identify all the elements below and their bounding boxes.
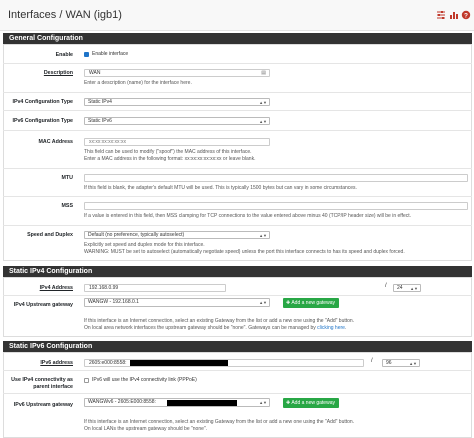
ipv4-gateway-label: IPv4 Upstream gateway: [13, 302, 73, 308]
plus-icon: ✚: [286, 400, 291, 406]
ipv6-type-label: IPv6 Configuration Type: [12, 118, 73, 124]
ipv4-gateway-help-2-end: .: [344, 325, 347, 331]
ipv6-gateway-label: IPv6 Upstream gateway: [13, 402, 73, 408]
mac-label: MAC Address: [38, 139, 73, 145]
speed-help-2: WARNING: MUST be set to autoselect (auto…: [84, 249, 405, 255]
ipv4-gateway-value: WANGW - 192.168.0.1: [88, 299, 139, 305]
ipv4-type-value: Static IPv4: [88, 99, 112, 105]
ipv6-section-header: Static IPv6 Configuration: [3, 341, 472, 352]
ipv4-address-input[interactable]: 192.168.0.99: [84, 284, 226, 292]
enable-checkbox[interactable]: [84, 52, 89, 57]
enable-text: Enable interface: [92, 51, 129, 57]
description-input[interactable]: WAN ▤: [84, 69, 270, 77]
ipv6-add-gateway-label: Add a new gateway: [291, 400, 335, 406]
description-label: Description: [43, 70, 73, 76]
mss-label: MSS: [61, 203, 73, 209]
mtu-help: If this field is blank, the adapter's de…: [84, 185, 357, 191]
ipv6-gateway-select[interactable]: WANGWv6 - 2605:E000:8558: ▲▼: [84, 398, 270, 407]
mss-input[interactable]: [84, 202, 468, 210]
ipv4-gateway-help-1: If this interface is an Internet connect…: [84, 318, 355, 324]
divider: [3, 370, 472, 371]
ipv6-cidr-select[interactable]: 96 ▲▼: [382, 359, 420, 367]
ipv6-add-gateway-button[interactable]: ✚ Add a new gateway: [283, 398, 339, 408]
use-ipv4-checkbox[interactable]: [84, 378, 89, 383]
speed-help-1: Explicitly set speed and duplex mode for…: [84, 242, 205, 248]
chevron-updown-icon: ▲▼: [259, 400, 267, 405]
ipv4-cidr-value: 24: [397, 285, 403, 291]
ipv6-gateway-value: WANGWv6 - 2605:E000:8558:: [88, 399, 156, 405]
ipv4-cidr-select[interactable]: 24 ▲▼: [393, 284, 421, 292]
breadcrumb-interfaces[interactable]: Interfaces: [8, 9, 56, 21]
bar-chart-icon[interactable]: [449, 10, 459, 20]
description-help: Enter a description (name) for the inter…: [84, 80, 192, 86]
ipv4-gateway-select[interactable]: WANGW - 192.168.0.1 ▲▼: [84, 298, 270, 307]
speed-label: Speed and Duplex: [27, 232, 73, 238]
cidr-slash: /: [371, 358, 373, 364]
ipv4-add-gateway-button[interactable]: ✚ Add a new gateway: [283, 298, 339, 308]
mss-help: If a value is entered in this field, the…: [84, 213, 412, 219]
chevron-updown-icon: ▲▼: [409, 361, 417, 366]
speed-select[interactable]: Default (no preference, typically autose…: [84, 231, 270, 239]
chevron-updown-icon: ▲▼: [259, 119, 267, 124]
ipv6-type-value: Static IPv6: [88, 118, 112, 124]
divider: [3, 196, 472, 197]
description-value: WAN: [89, 70, 101, 76]
help-icon[interactable]: ?: [461, 10, 471, 20]
divider: [3, 130, 472, 131]
page-header: Interfaces / WAN (igb1) ?: [0, 0, 474, 31]
ipv6-address-input[interactable]: 2605:e000:8558:: [84, 359, 364, 367]
divider: [3, 92, 472, 93]
redaction-block: [130, 360, 228, 366]
cidr-slash: /: [385, 283, 387, 289]
use-ipv4-label-line2: parent interface: [33, 384, 73, 390]
ipv4-type-select[interactable]: Static IPv4 ▲▼: [84, 98, 270, 106]
speed-value: Default (no preference, typically autose…: [88, 232, 185, 238]
breadcrumb: Interfaces / WAN (igb1): [8, 9, 122, 21]
breadcrumb-separator: /: [59, 9, 63, 21]
ipv4-gateway-help-2: On local area network interfaces the ups…: [84, 325, 346, 332]
ipv4-gateway-help-2-text: On local area network interfaces the ups…: [84, 325, 318, 331]
ipv4-add-gateway-label: Add a new gateway: [291, 300, 335, 306]
chevron-updown-icon: ▲▼: [259, 233, 267, 238]
divider: [3, 63, 472, 64]
use-ipv4-text: IPv6 will use the IPv4 connectivity link…: [92, 377, 197, 383]
divider: [3, 225, 472, 226]
mac-help-1: This field can be used to modify ("spoof…: [84, 149, 252, 155]
mtu-input[interactable]: [84, 174, 468, 182]
sliders-icon[interactable]: [436, 10, 446, 20]
gateways-link[interactable]: clicking here: [317, 325, 345, 331]
chevron-updown-icon: ▲▼: [259, 100, 267, 105]
divider: [3, 110, 472, 111]
ipv6-gateway-help-2: On local LANs the upstream gateway shoul…: [84, 426, 208, 432]
divider: [3, 168, 472, 169]
mtu-label: MTU: [61, 175, 73, 181]
keyboard-icon: ▤: [261, 70, 266, 76]
ipv6-gateway-help-1: If this interface is an Internet connect…: [84, 419, 355, 425]
plus-icon: ✚: [286, 300, 291, 306]
divider: [3, 393, 472, 394]
ipv4-section-header: Static IPv4 Configuration: [3, 266, 472, 277]
ipv6-cidr-value: 96: [386, 360, 392, 366]
svg-text:?: ?: [464, 13, 468, 20]
use-ipv4-label: Use IPv4 connectivity as parent interface: [3, 377, 73, 391]
divider: [3, 295, 472, 296]
chevron-updown-icon: ▲▼: [410, 286, 418, 291]
mac-help-2: Enter a MAC address in the following for…: [84, 156, 256, 162]
ipv4-address-label: IPv4 Address: [39, 285, 73, 291]
ipv6-type-select[interactable]: Static IPv6 ▲▼: [84, 117, 270, 125]
use-ipv4-label-line1: Use IPv4 connectivity as: [11, 377, 73, 383]
ipv6-address-value: 2605:e000:8558:: [89, 360, 127, 366]
breadcrumb-current: WAN (igb1): [65, 9, 122, 21]
chevron-updown-icon: ▲▼: [259, 300, 267, 305]
ipv4-address-value: 192.168.0.99: [89, 285, 119, 291]
redaction-block: [167, 400, 237, 406]
ipv6-address-label: IPv6 address: [40, 360, 73, 366]
enable-label: Enable: [55, 52, 73, 58]
general-section-header: General Configuration: [3, 33, 472, 44]
ipv4-type-label: IPv4 Configuration Type: [12, 99, 73, 105]
mac-input[interactable]: [84, 138, 270, 146]
